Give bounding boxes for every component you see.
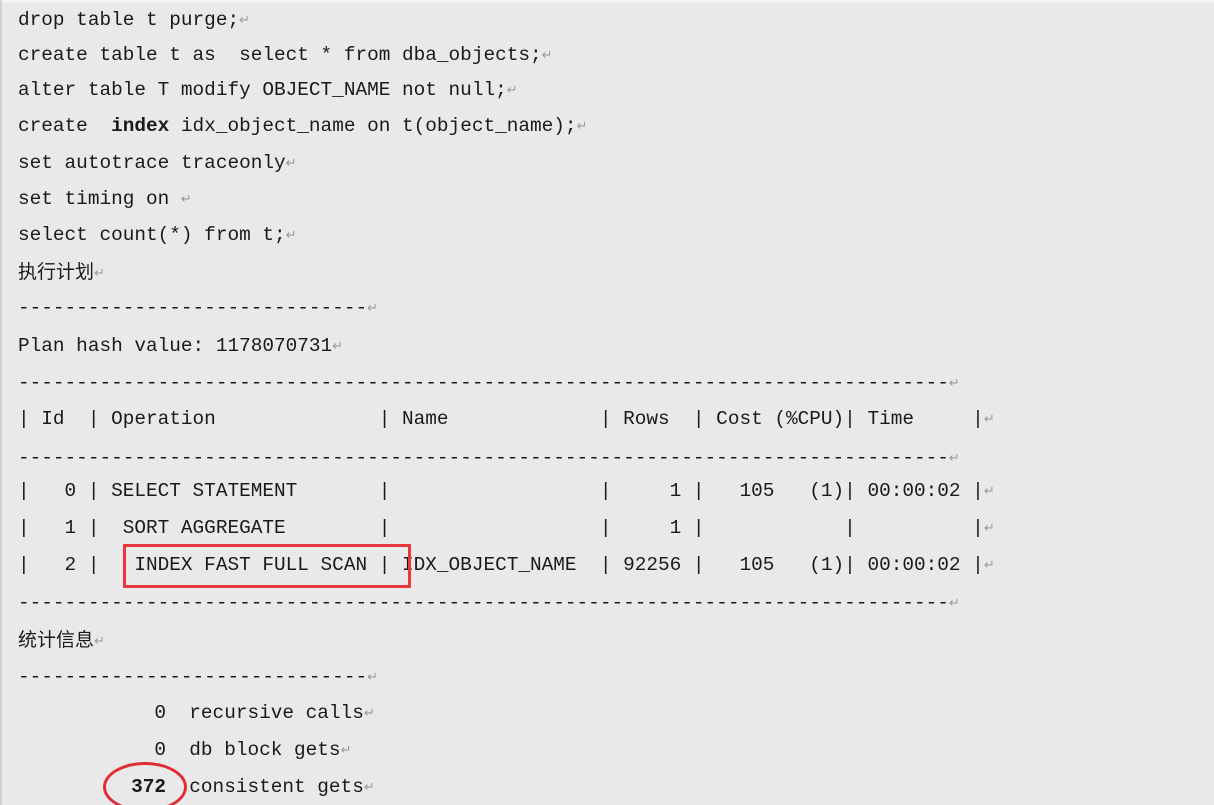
paragraph-mark: ↵ (506, 83, 518, 98)
paragraph-mark: ↵ (285, 228, 297, 243)
statistics-value-db-block-gets: 0 (154, 739, 166, 761)
paragraph-mark: ↵ (576, 119, 588, 134)
paragraph-mark: ↵ (180, 192, 192, 207)
statistics-label-db-block-gets: db block gets (189, 739, 341, 761)
statistics-label-recursive-calls: recursive calls (189, 702, 364, 724)
document-page: drop table t purge;↵ create table t as s… (0, 0, 1214, 805)
sql-line-create-index: create index idx_object_name on t(object… (18, 115, 588, 137)
statistics-label-consistent-gets: consistent gets (189, 776, 364, 798)
paragraph-mark: ↵ (363, 780, 375, 795)
plan-rule-2: ----------------------------------------… (18, 447, 960, 469)
paragraph-mark: ↵ (239, 13, 250, 28)
paragraph-mark: ↵ (983, 484, 995, 499)
paragraph-mark: ↵ (94, 266, 105, 281)
paragraph-mark: ↵ (363, 706, 375, 721)
plan-rule-3: ----------------------------------------… (18, 592, 960, 614)
statistics-entry-recursive-calls: 0 recursive calls↵ (18, 702, 375, 724)
paragraph-mark: ↵ (948, 451, 960, 466)
paragraph-mark: ↵ (340, 743, 352, 758)
plan-table-row-1: | 1 | SORT AGGREGATE | | 1 | | |↵ (18, 517, 995, 539)
plan-table-row-0: | 0 | SELECT STATEMENT | | 1 | 105 (1)| … (18, 480, 995, 502)
plan-hash-value: Plan hash value: 1178070731↵ (18, 335, 344, 357)
statistics-entry-consistent-gets: 372 consistent gets↵ (18, 777, 375, 798)
execution-plan-heading: 执行计划↵ (18, 261, 105, 283)
sql-line-set-autotrace: set autotrace traceonly↵ (18, 152, 297, 174)
paragraph-mark: ↵ (541, 48, 553, 63)
statistics-value-consistent-gets: 372 (131, 776, 166, 798)
statistics-entry-db-block-gets: 0 db block gets↵ (18, 740, 351, 761)
paragraph-mark: ↵ (948, 596, 960, 611)
keyword-index: index (111, 115, 170, 137)
sql-line-create-table: create table t as select * from dba_obje… (18, 44, 553, 66)
plan-rule-1: ----------------------------------------… (18, 372, 960, 394)
paragraph-mark: ↵ (332, 339, 344, 354)
sql-line-select-count: select count(*) from t;↵ (18, 224, 297, 246)
plan-short-rule-top: ------------------------------↵ (18, 297, 378, 319)
sql-line-alter-table: alter table T modify OBJECT_NAME not nul… (18, 79, 518, 101)
paragraph-mark: ↵ (94, 634, 105, 649)
statistics-value-recursive-calls: 0 (154, 702, 166, 724)
plan-table-header: | Id | Operation | Name | Rows | Cost (%… (18, 408, 995, 430)
page-left-edge (0, 0, 2, 805)
paragraph-mark: ↵ (983, 558, 995, 573)
page-top-edge (0, 0, 1214, 3)
paragraph-mark: ↵ (367, 670, 378, 685)
paragraph-mark: ↵ (367, 301, 378, 316)
paragraph-mark: ↵ (983, 412, 995, 427)
paragraph-mark: ↵ (285, 156, 297, 171)
paragraph-mark: ↵ (983, 521, 995, 536)
statistics-heading: 统计信息↵ (18, 629, 105, 651)
paragraph-mark: ↵ (948, 376, 960, 391)
plan-table-row-2: | 2 | INDEX FAST FULL SCAN | IDX_OBJECT_… (18, 554, 995, 576)
sql-line-drop-table: drop table t purge;↵ (18, 9, 250, 31)
statistics-short-rule: ------------------------------↵ (18, 666, 378, 688)
sql-line-set-timing: set timing on ↵ (18, 188, 192, 210)
